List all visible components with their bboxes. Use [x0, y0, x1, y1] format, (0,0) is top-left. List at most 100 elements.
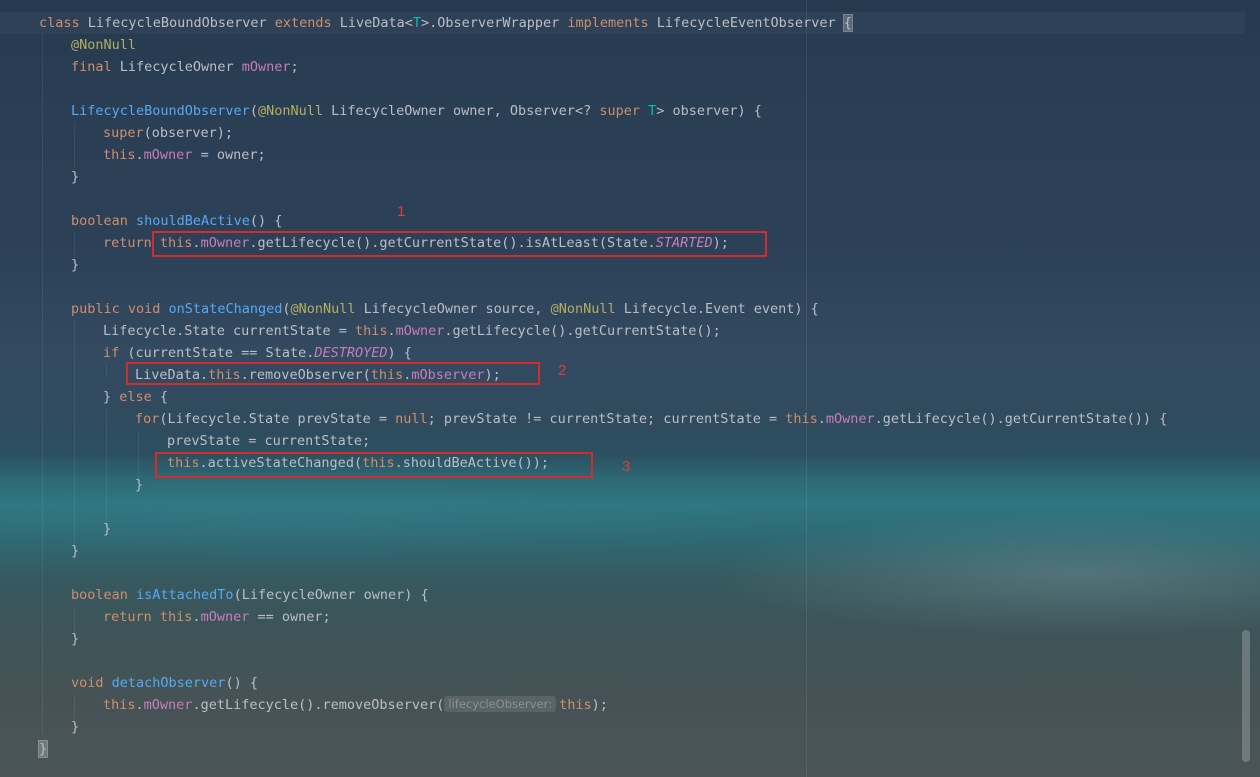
field: mOwner [143, 697, 193, 713]
code-line-2[interactable]: @NonNull [71, 34, 136, 56]
code-line-12[interactable]: } [71, 254, 79, 276]
keyword: for [135, 411, 160, 427]
type-name: LifecycleEventObserver [656, 15, 844, 31]
code-line-7[interactable]: this.mOwner = owner; [103, 144, 266, 166]
code-text: { [159, 389, 169, 405]
code-text: } [71, 719, 80, 735]
code-line-20[interactable]: prevState = currentState; [167, 430, 370, 452]
keyword: boolean [71, 587, 137, 603]
indent-guide [106, 408, 107, 522]
annotation: @NonNull [550, 301, 624, 317]
code-text: prevState = currentState; [167, 433, 371, 449]
keyword: return [103, 609, 160, 625]
keyword: void [71, 675, 112, 691]
annotation-number-3: 3 [622, 458, 631, 475]
code-line-32[interactable]: this.mOwner.getLifecycle().removeObserve… [103, 694, 608, 716]
code-text: } [103, 389, 120, 405]
type-name: LifecycleOwner [119, 59, 242, 75]
code-text: . [817, 411, 826, 427]
code-line-27[interactable]: boolean isAttachedTo(LifecycleOwner owne… [71, 584, 429, 606]
code-line-24[interactable]: } [103, 518, 111, 540]
type-name: >.ObserverWrapper [421, 15, 568, 31]
code-line-22[interactable]: } [135, 474, 143, 496]
keyword: this [785, 411, 818, 427]
code-text: (LifecycleOwner owner) { [233, 587, 429, 603]
field: mOwner [395, 323, 445, 339]
code-line-34[interactable]: } [37, 738, 49, 760]
code-text: (currentState == State. [127, 345, 315, 361]
code-line-28[interactable]: return this.mOwner == owner; [103, 606, 331, 628]
code-line-1[interactable]: class LifecycleBoundObserver extends Liv… [39, 12, 853, 34]
annotation-number-2: 2 [558, 362, 567, 379]
code-line-16[interactable]: if (currentState == State.DESTROYED) { [103, 342, 412, 364]
code-text: LifecycleOwner source, [363, 301, 551, 317]
indent-guide [42, 34, 43, 734]
code-text: .getLifecycle().removeObserver( [192, 697, 445, 713]
code-line-14[interactable]: public void onStateChanged(@NonNull Life… [71, 298, 819, 320]
code-text: LifecycleOwner owner, Observer<? [331, 103, 600, 119]
keyword: this [159, 609, 193, 625]
code-line-18[interactable]: } else { [103, 386, 168, 408]
code-line-33[interactable]: } [71, 716, 79, 738]
indent-guide [106, 364, 107, 378]
code-text: .getLifecycle().getCurrentState()) { [874, 411, 1168, 427]
keyword: this [103, 147, 136, 163]
code-text: . [192, 609, 201, 625]
annotation-box-3 [155, 452, 593, 478]
code-line-19[interactable]: for(Lifecycle.State prevState = null; pr… [135, 408, 1167, 430]
code-text: ( [249, 103, 258, 119]
code-text: () { [249, 213, 283, 229]
code-line-5[interactable]: LifecycleBoundObserver(@NonNull Lifecycl… [71, 100, 762, 122]
keyword: this [354, 323, 388, 339]
code-text: ); [591, 697, 608, 713]
keyword: implements [567, 15, 657, 31]
code-line-10[interactable]: boolean shouldBeActive() { [71, 210, 282, 232]
parameter-hint: lifecycleObserver: [444, 696, 557, 712]
code-text: ; prevState != currentState; currentStat… [427, 411, 786, 427]
constructor-name: LifecycleBoundObserver [71, 103, 250, 119]
keyword: this [559, 697, 592, 713]
code-line-25[interactable]: } [71, 540, 79, 562]
keyword: public [71, 301, 128, 317]
right-margin-guide [806, 0, 807, 777]
code-text: } [71, 631, 80, 647]
code-text: . [387, 323, 396, 339]
code-text: . [135, 147, 144, 163]
keyword: else [119, 389, 160, 405]
keyword: final [71, 59, 120, 75]
indent-guide [74, 320, 75, 544]
keyword: void [127, 301, 169, 317]
code-text: } [103, 521, 112, 537]
keyword: boolean [71, 213, 137, 229]
code-text: (observer); [143, 125, 234, 141]
field: mOwner [241, 59, 291, 75]
code-editor[interactable]: class LifecycleBoundObserver extends Liv… [0, 0, 1260, 777]
annotation: @NonNull [257, 103, 332, 119]
class-name: LifecycleBoundObserver [87, 15, 275, 31]
enum-constant: DESTROYED [314, 345, 388, 361]
annotation: @NonNull [71, 37, 137, 53]
code-text: ; [290, 59, 299, 75]
keyword: super [103, 125, 144, 141]
keyword: if [103, 345, 128, 361]
code-text: Lifecycle.Event event) { [623, 301, 819, 317]
code-text: > observer) { [656, 103, 762, 119]
method-name: onStateChanged [168, 301, 283, 317]
code-line-15[interactable]: Lifecycle.State currentState = this.mOwn… [103, 320, 721, 342]
keyword: extends [274, 15, 340, 31]
code-line-8[interactable]: } [71, 166, 79, 188]
code-line-6[interactable]: super(observer); [103, 122, 233, 144]
indent-guide [138, 430, 139, 478]
annotation-number-1: 1 [397, 203, 406, 220]
method-name: detachObserver [111, 675, 226, 691]
type-name: LiveData< [339, 15, 413, 31]
code-line-3[interactable]: final LifecycleOwner mOwner; [71, 56, 299, 78]
vertical-scrollbar-thumb[interactable] [1242, 630, 1250, 762]
code-text: } [71, 169, 80, 185]
code-line-31[interactable]: void detachObserver() { [71, 672, 258, 694]
method-name: isAttachedTo [136, 587, 234, 603]
code-line-29[interactable]: } [71, 628, 79, 650]
keyword: super [599, 103, 649, 119]
code-text: . [135, 697, 144, 713]
code-text: ) { [387, 345, 412, 361]
